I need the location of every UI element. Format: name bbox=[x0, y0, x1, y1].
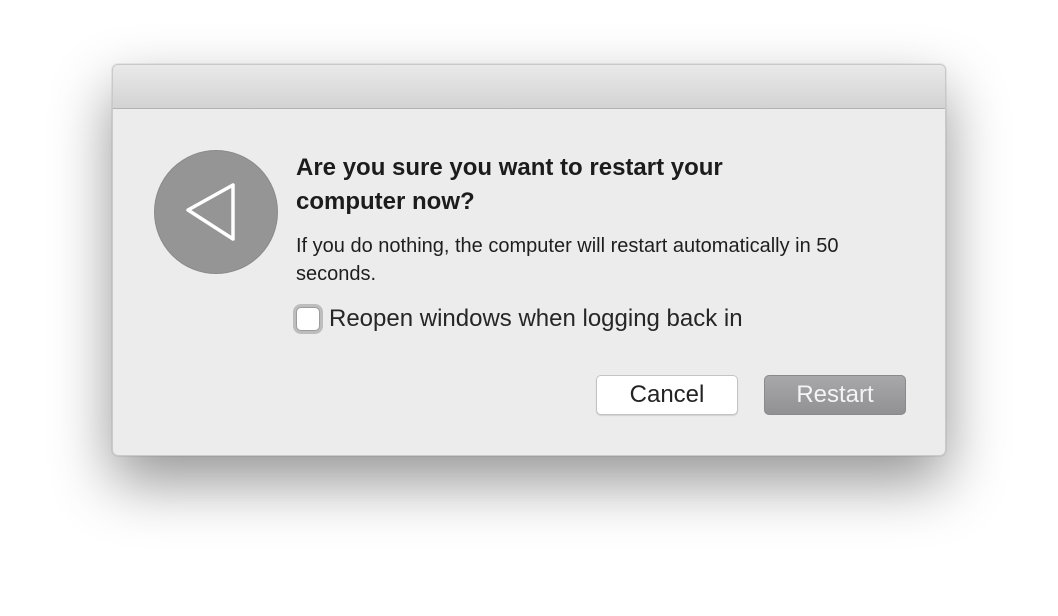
restart-triangle-icon bbox=[154, 150, 278, 274]
restart-dialog: Are you sure you want to restart your co… bbox=[112, 64, 946, 456]
reopen-windows-option[interactable]: Reopen windows when logging back in bbox=[293, 302, 743, 336]
reopen-windows-label[interactable]: Reopen windows when logging back in bbox=[329, 304, 743, 334]
restart-button[interactable]: Restart bbox=[764, 375, 906, 415]
cancel-button[interactable]: Cancel bbox=[596, 375, 738, 415]
dialog-message: If you do nothing, the computer will res… bbox=[296, 235, 839, 285]
dialog-titlebar bbox=[113, 65, 945, 109]
dialog-heading: Are you sure you want to restart your co… bbox=[296, 154, 723, 215]
reopen-windows-checkbox[interactable] bbox=[296, 307, 320, 331]
